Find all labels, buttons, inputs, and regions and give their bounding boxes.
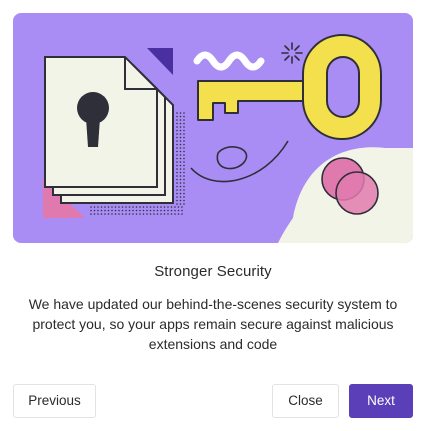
next-button[interactable]: Next	[349, 384, 413, 418]
dialog-body: We have updated our behind-the-scenes se…	[28, 296, 398, 352]
swirl-decoration	[190, 140, 289, 183]
close-button[interactable]: Close	[272, 384, 339, 418]
wave-decoration	[193, 51, 265, 71]
security-illustration	[13, 13, 413, 243]
document-stack-icon	[44, 56, 174, 204]
purple-triangle	[147, 48, 173, 75]
previous-button[interactable]: Previous	[13, 384, 96, 418]
sparkle-icon	[281, 42, 303, 64]
dialog-title: Stronger Security	[154, 263, 272, 280]
onboarding-dialog: Stronger Security We have updated our be…	[0, 0, 426, 431]
illustration-graphic	[43, 34, 413, 243]
